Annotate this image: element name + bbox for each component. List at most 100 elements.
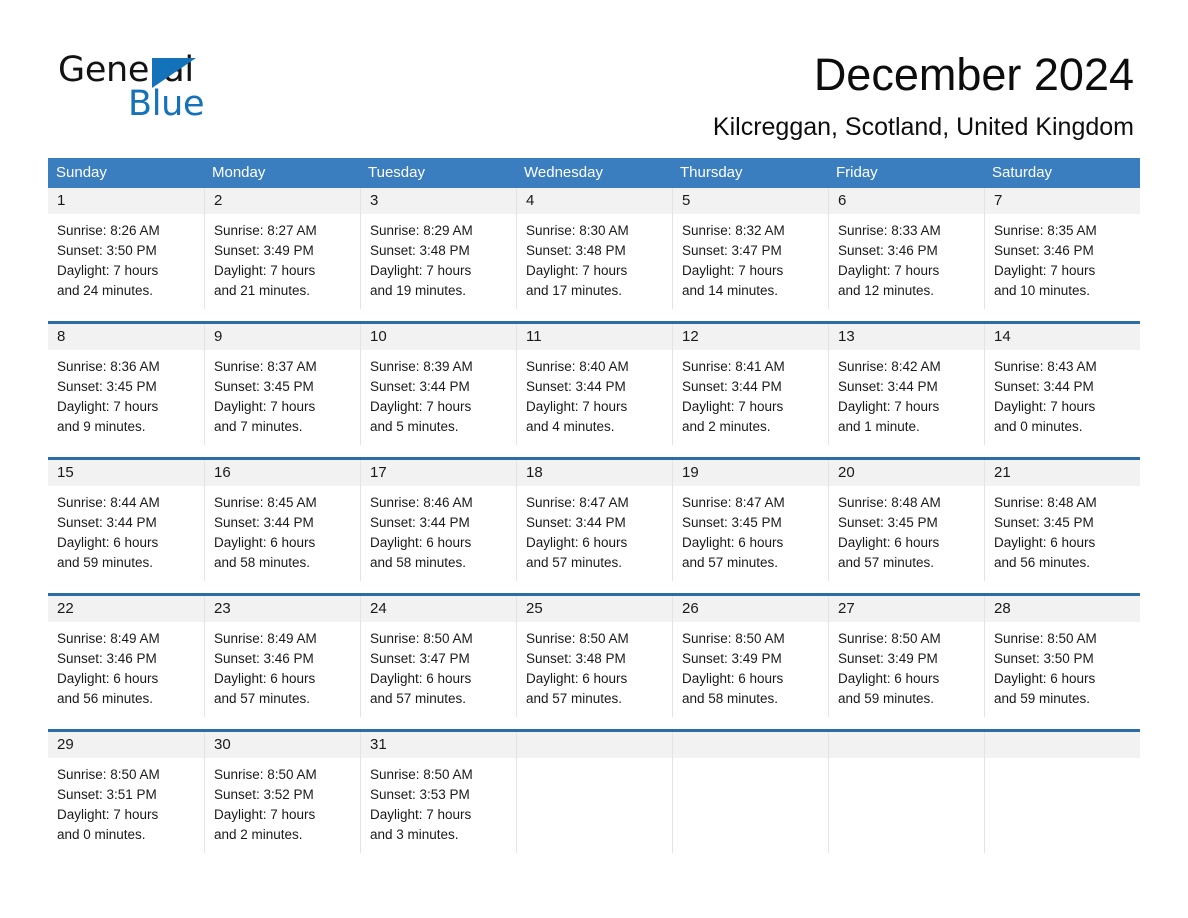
day-cell[interactable]: 30 Sunrise: 8:50 AM Sunset: 3:52 PM Dayligh… xyxy=(204,732,360,853)
week-row: 22 Sunrise: 8:49 AM Sunset: 3:46 PM Dayligh… xyxy=(48,593,1140,717)
daylight-text: Daylight: 6 hours xyxy=(370,535,472,550)
daylight-text: Daylight: 7 hours xyxy=(370,807,472,822)
day-cell[interactable]: 31 Sunrise: 8:50 AM Sunset: 3:53 PM Dayligh… xyxy=(360,732,516,853)
weekday-header-saturday: Saturday xyxy=(992,164,1053,181)
sunrise-text: Sunrise: 8:36 AM xyxy=(57,359,160,374)
day-details: Sunrise: 8:50 AM Sunset: 3:50 PM Daylight:… xyxy=(985,622,1140,717)
location-subtitle: Kilcreggan, Scotland, United Kingdom xyxy=(712,113,1134,141)
day-cell[interactable]: 13 Sunrise: 8:42 AM Sunset: 3:44 PM Dayligh… xyxy=(828,324,984,445)
daylight-text: and 9 minutes. xyxy=(57,419,146,434)
day-number: 30 xyxy=(205,732,360,758)
day-number: 14 xyxy=(985,324,1140,350)
sunrise-text: Sunrise: 8:43 AM xyxy=(994,359,1097,374)
weekday-header-friday: Friday xyxy=(836,164,878,181)
sunset-text: Sunset: 3:44 PM xyxy=(526,379,626,394)
daylight-text: and 4 minutes. xyxy=(526,419,615,434)
day-cell[interactable]: 12 Sunrise: 8:41 AM Sunset: 3:44 PM Dayligh… xyxy=(672,324,828,445)
day-details xyxy=(517,758,672,847)
day-number: 16 xyxy=(205,460,360,486)
day-cell[interactable]: 21 Sunrise: 8:48 AM Sunset: 3:45 PM Dayligh… xyxy=(984,460,1140,581)
day-details: Sunrise: 8:50 AM Sunset: 3:47 PM Daylight:… xyxy=(361,622,516,717)
day-cell[interactable]: 5 Sunrise: 8:32 AM Sunset: 3:47 PM Daylight… xyxy=(672,188,828,309)
sunset-text: Sunset: 3:45 PM xyxy=(994,515,1094,530)
day-details: Sunrise: 8:43 AM Sunset: 3:44 PM Daylight:… xyxy=(985,350,1140,445)
daylight-text: and 57 minutes. xyxy=(526,555,623,570)
day-cell[interactable]: 1 Sunrise: 8:26 AM Sunset: 3:50 PM Daylight… xyxy=(48,188,204,309)
sunrise-text: Sunrise: 8:50 AM xyxy=(370,767,473,782)
daylight-text: Daylight: 7 hours xyxy=(214,263,316,278)
day-details: Sunrise: 8:50 AM Sunset: 3:52 PM Daylight:… xyxy=(205,758,360,853)
day-cell[interactable]: 18 Sunrise: 8:47 AM Sunset: 3:44 PM Dayligh… xyxy=(516,460,672,581)
day-cell[interactable]: 25 Sunrise: 8:50 AM Sunset: 3:48 PM Dayligh… xyxy=(516,596,672,717)
weekday-header-thursday: Thursday xyxy=(680,164,743,181)
daylight-text: and 2 minutes. xyxy=(214,827,303,842)
daylight-text: and 14 minutes. xyxy=(682,283,779,298)
day-cell[interactable]: 14 Sunrise: 8:43 AM Sunset: 3:44 PM Dayligh… xyxy=(984,324,1140,445)
day-details: Sunrise: 8:46 AM Sunset: 3:44 PM Daylight:… xyxy=(361,486,516,581)
day-cell[interactable]: 9 Sunrise: 8:37 AM Sunset: 3:45 PM Daylight… xyxy=(204,324,360,445)
day-cell-empty xyxy=(984,732,1140,853)
sunset-text: Sunset: 3:49 PM xyxy=(838,651,938,666)
daylight-text: and 57 minutes. xyxy=(526,691,623,706)
day-cell[interactable]: 19 Sunrise: 8:47 AM Sunset: 3:45 PM Dayligh… xyxy=(672,460,828,581)
daylight-text: Daylight: 7 hours xyxy=(526,399,628,414)
day-details xyxy=(985,758,1140,847)
sunset-text: Sunset: 3:44 PM xyxy=(838,379,938,394)
sunset-text: Sunset: 3:50 PM xyxy=(57,243,157,258)
day-details: Sunrise: 8:40 AM Sunset: 3:44 PM Daylight:… xyxy=(517,350,672,445)
day-cell[interactable]: 24 Sunrise: 8:50 AM Sunset: 3:47 PM Dayligh… xyxy=(360,596,516,717)
day-cell[interactable]: 4 Sunrise: 8:30 AM Sunset: 3:48 PM Daylight… xyxy=(516,188,672,309)
day-cell[interactable]: 27 Sunrise: 8:50 AM Sunset: 3:49 PM Dayligh… xyxy=(828,596,984,717)
day-details: Sunrise: 8:32 AM Sunset: 3:47 PM Daylight:… xyxy=(673,214,828,309)
day-details: Sunrise: 8:41 AM Sunset: 3:44 PM Daylight:… xyxy=(673,350,828,445)
day-cell[interactable]: 28 Sunrise: 8:50 AM Sunset: 3:50 PM Dayligh… xyxy=(984,596,1140,717)
day-number: 28 xyxy=(985,596,1140,622)
page-title: December 2024 xyxy=(813,49,1134,100)
daylight-text: and 57 minutes. xyxy=(214,691,311,706)
day-details: Sunrise: 8:36 AM Sunset: 3:45 PM Daylight:… xyxy=(48,350,204,445)
day-cell[interactable]: 11 Sunrise: 8:40 AM Sunset: 3:44 PM Dayligh… xyxy=(516,324,672,445)
daylight-text: Daylight: 7 hours xyxy=(994,263,1096,278)
day-details: Sunrise: 8:29 AM Sunset: 3:48 PM Daylight:… xyxy=(361,214,516,309)
day-cell[interactable]: 7 Sunrise: 8:35 AM Sunset: 3:46 PM Daylight… xyxy=(984,188,1140,309)
generalblue-logo[interactable]: General Blue xyxy=(58,50,318,126)
day-cell[interactable]: 26 Sunrise: 8:50 AM Sunset: 3:49 PM Dayligh… xyxy=(672,596,828,717)
day-cell[interactable]: 17 Sunrise: 8:46 AM Sunset: 3:44 PM Dayligh… xyxy=(360,460,516,581)
day-details: Sunrise: 8:48 AM Sunset: 3:45 PM Daylight:… xyxy=(829,486,984,581)
daylight-text: Daylight: 6 hours xyxy=(994,671,1096,686)
daylight-text: Daylight: 7 hours xyxy=(838,263,940,278)
day-cell[interactable]: 3 Sunrise: 8:29 AM Sunset: 3:48 PM Daylight… xyxy=(360,188,516,309)
day-details: Sunrise: 8:26 AM Sunset: 3:50 PM Daylight:… xyxy=(48,214,204,309)
daylight-text: and 5 minutes. xyxy=(370,419,459,434)
day-number: 24 xyxy=(361,596,516,622)
sunset-text: Sunset: 3:46 PM xyxy=(838,243,938,258)
day-cell[interactable]: 23 Sunrise: 8:49 AM Sunset: 3:46 PM Dayligh… xyxy=(204,596,360,717)
day-details: Sunrise: 8:48 AM Sunset: 3:45 PM Daylight:… xyxy=(985,486,1140,581)
day-cell[interactable]: 6 Sunrise: 8:33 AM Sunset: 3:46 PM Daylight… xyxy=(828,188,984,309)
daylight-text: Daylight: 7 hours xyxy=(994,399,1096,414)
day-cell[interactable]: 15 Sunrise: 8:44 AM Sunset: 3:44 PM Dayligh… xyxy=(48,460,204,581)
daylight-text: and 59 minutes. xyxy=(994,691,1091,706)
day-cell[interactable]: 2 Sunrise: 8:27 AM Sunset: 3:49 PM Daylight… xyxy=(204,188,360,309)
day-cell[interactable]: 8 Sunrise: 8:36 AM Sunset: 3:45 PM Daylight… xyxy=(48,324,204,445)
daylight-text: Daylight: 7 hours xyxy=(214,807,316,822)
daylight-text: Daylight: 6 hours xyxy=(526,671,628,686)
day-cell[interactable]: 16 Sunrise: 8:45 AM Sunset: 3:44 PM Dayligh… xyxy=(204,460,360,581)
daylight-text: and 56 minutes. xyxy=(994,555,1091,570)
day-number xyxy=(517,732,672,758)
day-cell[interactable]: 22 Sunrise: 8:49 AM Sunset: 3:46 PM Dayligh… xyxy=(48,596,204,717)
day-details: Sunrise: 8:44 AM Sunset: 3:44 PM Daylight:… xyxy=(48,486,204,581)
sunset-text: Sunset: 3:48 PM xyxy=(526,651,626,666)
day-cell[interactable]: 10 Sunrise: 8:39 AM Sunset: 3:44 PM Dayligh… xyxy=(360,324,516,445)
daylight-text: and 59 minutes. xyxy=(57,555,154,570)
daylight-text: and 24 minutes. xyxy=(57,283,154,298)
sunrise-text: Sunrise: 8:44 AM xyxy=(57,495,160,510)
sunrise-text: Sunrise: 8:48 AM xyxy=(838,495,941,510)
day-details: Sunrise: 8:42 AM Sunset: 3:44 PM Daylight:… xyxy=(829,350,984,445)
daylight-text: Daylight: 6 hours xyxy=(57,535,159,550)
sunset-text: Sunset: 3:48 PM xyxy=(526,243,626,258)
day-cell[interactable]: 29 Sunrise: 8:50 AM Sunset: 3:51 PM Dayligh… xyxy=(48,732,204,853)
sunrise-text: Sunrise: 8:42 AM xyxy=(838,359,941,374)
day-cell[interactable]: 20 Sunrise: 8:48 AM Sunset: 3:45 PM Dayligh… xyxy=(828,460,984,581)
day-number: 2 xyxy=(205,188,360,214)
